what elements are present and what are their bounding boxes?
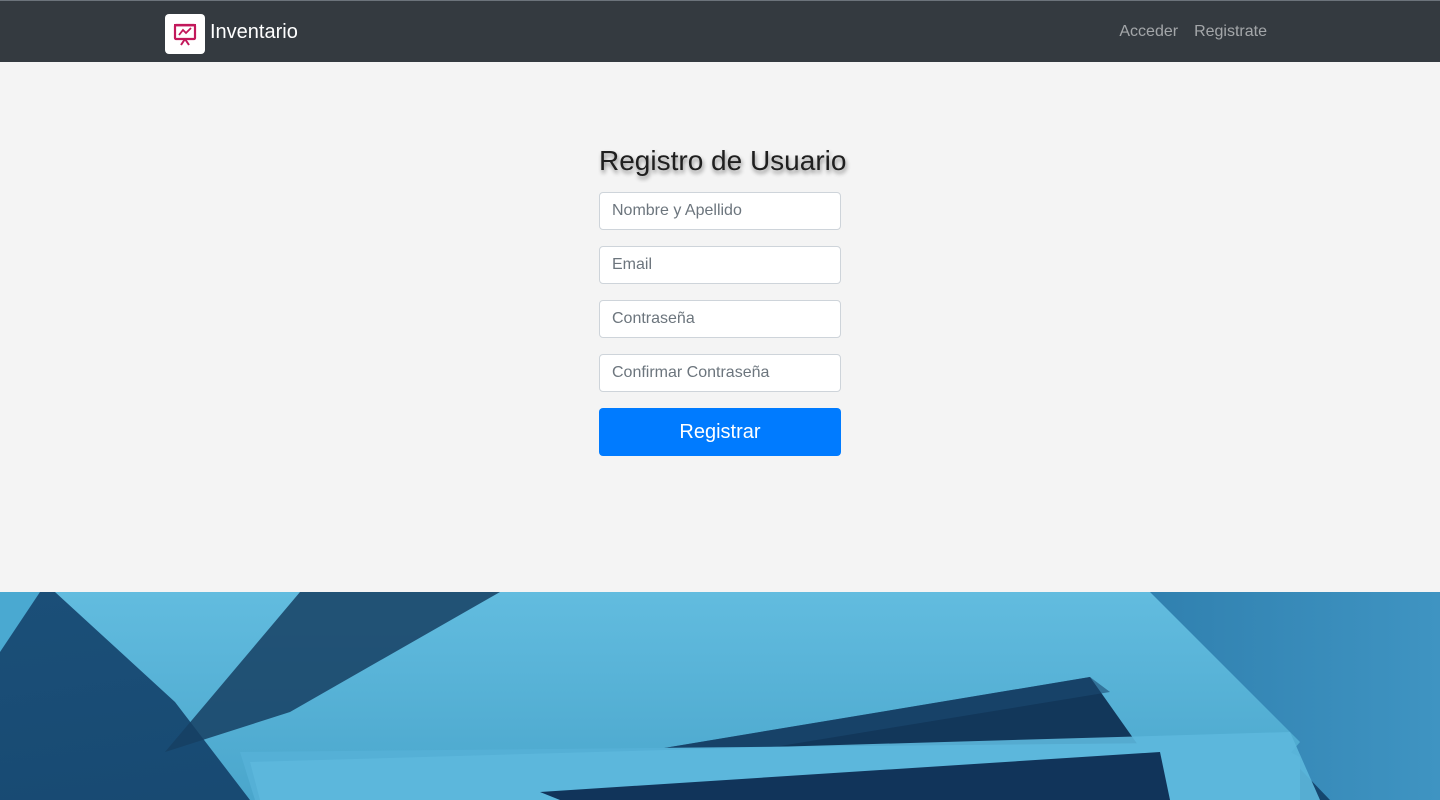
name-input[interactable] — [599, 192, 841, 230]
top-navbar: Inventario Acceder Registrate — [0, 0, 1440, 62]
form-title: Registro de Usuario — [599, 145, 847, 176]
nav-link-registrate[interactable]: Registrate — [1194, 23, 1267, 41]
brand-link[interactable]: Inventario — [165, 14, 298, 54]
confirm-password-input[interactable] — [599, 354, 841, 392]
email-input[interactable] — [599, 246, 841, 284]
nav-links: Acceder Registrate — [1103, 23, 1267, 41]
presentation-chart-icon — [173, 23, 197, 46]
register-button[interactable]: Registrar — [599, 408, 841, 456]
password-input[interactable] — [599, 300, 841, 338]
register-form: Registro de Usuario Registrar — [599, 143, 847, 456]
brand-title: Inventario — [210, 20, 298, 43]
hero-background-image — [0, 592, 1440, 800]
nav-link-acceder[interactable]: Acceder — [1119, 23, 1178, 41]
brand-logo — [165, 14, 205, 54]
main-content: Registro de Usuario Registrar — [0, 62, 1440, 592]
